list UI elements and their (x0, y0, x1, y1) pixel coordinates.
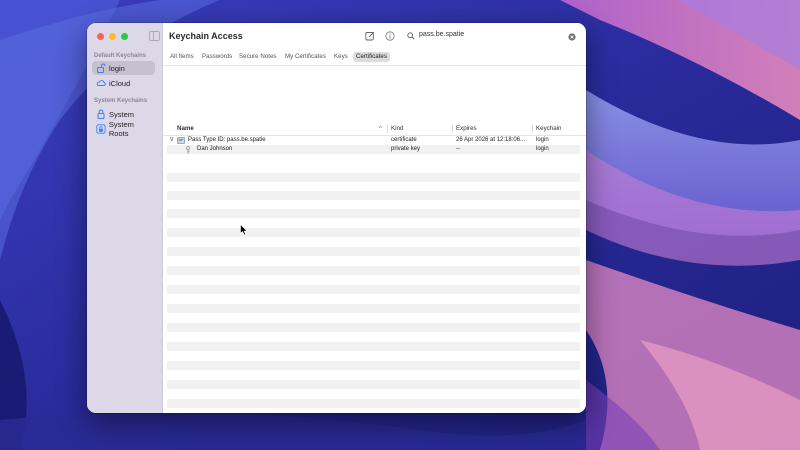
search-input[interactable]: pass.be.spatie (419, 31, 464, 38)
row-expires: 26 Apr 2026 at 12:18:06... (456, 137, 526, 143)
table-row[interactable]: v Pass Type ID: pass.be.spatie certifica… (167, 136, 580, 145)
column-header-kind[interactable]: Kind (391, 125, 403, 132)
close-window-button[interactable] (97, 33, 104, 40)
row-expires: -- (456, 146, 460, 152)
column-divider[interactable] (452, 125, 453, 133)
unlocked-padlock-icon (97, 63, 106, 73)
table-row[interactable]: Dan Johnson private key -- login (167, 145, 580, 154)
tab-secure-notes[interactable]: Secure Notes (236, 52, 280, 62)
desktop: Default Keychains login iCloud System Ke… (0, 0, 800, 450)
row-kind: private key (391, 146, 421, 152)
disclosure-chevron-icon[interactable]: v (170, 136, 174, 143)
sidebar-item-label: System Roots (108, 120, 134, 138)
empty-row (167, 304, 580, 313)
row-keychain: login (536, 137, 549, 143)
tab-keys[interactable]: Keys (331, 52, 351, 62)
sidebar-item-system[interactable]: System (92, 107, 155, 121)
tab-certificates[interactable]: Certificates (353, 52, 390, 62)
row-name: Pass Type ID: pass.be.spatie (188, 137, 266, 143)
table-header: Name ^ Kind Expires Keychain (163, 123, 586, 136)
padlock-icon (97, 109, 105, 119)
column-divider[interactable] (532, 125, 533, 133)
row-name: Dan Johnson (197, 146, 233, 152)
empty-row (167, 380, 580, 389)
default-keychains-header: Default Keychains (94, 53, 147, 59)
sidebar-item-label: System (109, 109, 135, 119)
empty-row (167, 342, 580, 351)
keychain-access-window: Default Keychains login iCloud System Ke… (87, 23, 586, 413)
sidebar-item-label: iCloud (109, 78, 131, 88)
empty-row (167, 399, 580, 408)
empty-row (167, 361, 580, 370)
info-icon[interactable] (385, 31, 395, 41)
empty-row (167, 266, 580, 275)
column-header-keychain[interactable]: Keychain (536, 125, 561, 132)
empty-row (167, 154, 580, 163)
empty-row (167, 209, 580, 218)
toolbar: Keychain Access pass.be.spatie (163, 23, 586, 51)
items-table: v Pass Type ID: pass.be.spatie certifica… (163, 136, 586, 413)
tab-all-items[interactable]: All Items (167, 52, 197, 62)
row-keychain: login (536, 146, 549, 152)
padlock-box-icon (96, 124, 106, 134)
sidebar-item-login[interactable]: login (92, 61, 155, 75)
search-field[interactable]: pass.be.spatie (403, 29, 578, 44)
sidebar-toggle-icon[interactable] (149, 31, 160, 41)
search-icon (407, 32, 415, 40)
item-preview-area (163, 66, 586, 124)
minimize-window-button[interactable] (109, 33, 116, 40)
sidebar-item-label: login (109, 63, 125, 73)
empty-row (167, 228, 580, 237)
sidebar-item-system-roots[interactable]: System Roots (92, 120, 155, 138)
certificate-icon (177, 137, 185, 144)
empty-row (167, 247, 580, 256)
empty-row (167, 191, 580, 200)
row-kind: certificate (391, 137, 417, 143)
clear-icon[interactable] (568, 32, 576, 41)
empty-row (167, 323, 580, 332)
column-header-name[interactable]: Name (177, 125, 194, 132)
tab-my-certificates[interactable]: My Certificates (282, 52, 329, 62)
app-title: Keychain Access (169, 31, 243, 41)
empty-row (167, 285, 580, 294)
empty-row (167, 173, 580, 182)
sort-indicator-icon: ^ (379, 125, 382, 132)
compose-icon[interactable] (365, 31, 375, 41)
system-keychains-header: System Keychains (94, 98, 148, 104)
column-header-expires[interactable]: Expires (456, 125, 477, 132)
key-icon (186, 146, 190, 154)
sidebar: Default Keychains login iCloud System Ke… (87, 23, 163, 413)
cloud-icon (96, 80, 106, 86)
column-divider[interactable] (387, 125, 388, 133)
tab-passwords[interactable]: Passwords (199, 52, 235, 62)
mouse-pointer-icon (240, 224, 248, 236)
sidebar-item-icloud[interactable]: iCloud (92, 76, 155, 90)
zoom-window-button[interactable] (121, 33, 128, 40)
category-tabs: All Items Passwords Secure Notes My Cert… (163, 51, 586, 66)
